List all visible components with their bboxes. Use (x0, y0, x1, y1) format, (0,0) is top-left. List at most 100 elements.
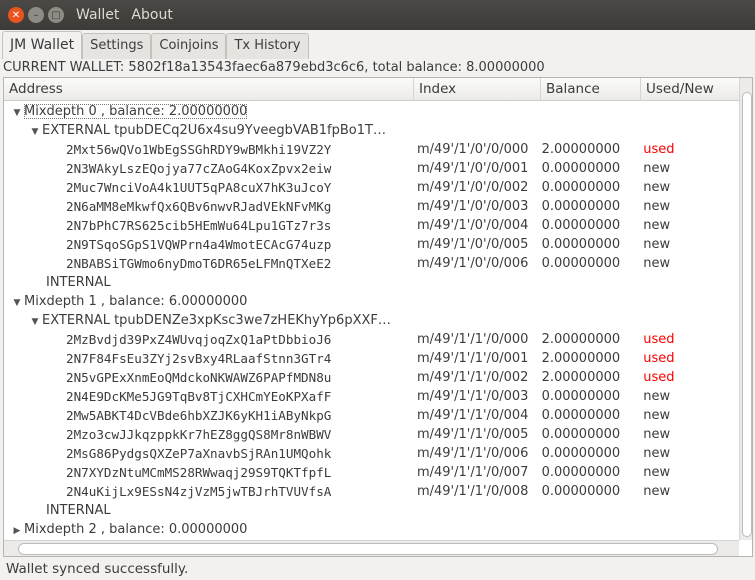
mixdepth-row[interactable]: ▼ Mixdepth 0 , balance: 2.00000000 (4, 102, 739, 121)
address-cell[interactable]: 2Mw5ABKT4DcVBde6hbXZJK6yKH1iAByNkpG (4, 406, 413, 425)
address-cell[interactable]: 2N7XYDzNtuMCmMS28RWwaqj29S9TQKTfpfL (4, 463, 413, 482)
tree-label-cell: ▼ EXTERNAL tpubDECq2U6x4su9YveegbVAB1fpBo… (4, 121, 414, 140)
index-cell: m/49'/1'/1'/0/002 (416, 370, 529, 385)
tab-bar: JM Wallet Settings Coinjoins Tx History (2, 31, 309, 59)
address-cell[interactable]: 2MsG86PydgsQXZeP7aXnavbSjRAn1UMQohk (4, 444, 413, 463)
wallet-tree[interactable]: Address Index Balance Used/New ▼ Mixdepth… (3, 77, 753, 557)
branch-row-external[interactable]: ▼ EXTERNAL tpubDECq2U6x4su9YveegbVAB1fpBo… (4, 121, 739, 140)
address-cell[interactable]: 2N6aMM8eMkwfQx6QBv6nwvRJadVEkNFvMKg (4, 197, 413, 216)
menu-about[interactable]: About (131, 7, 172, 23)
branch-row-internal[interactable]: INTERNAL (4, 273, 739, 292)
address-cell[interactable]: 2Muc7WnciVoA4k1UUT5qPA8cuX7hK3uJcoY (4, 178, 413, 197)
column-header-balance[interactable]: Balance (541, 78, 641, 101)
tab-tx-history[interactable]: Tx History (226, 33, 309, 59)
address-cell[interactable]: 2NBABSiTGWmo6nyDmoT6DR65eLFMnQTXeE2 (4, 254, 413, 273)
index-cell: m/49'/1'/1'/0/000 (416, 332, 529, 347)
address-cell[interactable]: 2Mzo3cwJJkqzppkKr7hEZ8ggQS8Mr8nWBWV (4, 425, 413, 444)
address-row[interactable]: 2N7bPhC7RS625cib5HEmWu64Lpu1GTz7r3s m/49'… (4, 216, 739, 235)
tab-settings[interactable]: Settings (82, 33, 152, 59)
address-row[interactable]: 2MsG86PydgsQXZeP7aXnavbSjRAn1UMQohk m/49'… (4, 444, 739, 463)
expanded-arrow-icon[interactable]: ▼ (28, 123, 42, 140)
address-row[interactable]: 2Mw5ABKT4DcVBde6hbXZJK6yKH1iAByNkpG m/49'… (4, 406, 739, 425)
balance-cell: 0.00000000 (541, 180, 621, 195)
address-row[interactable]: 2N5vGPExXnmEoQMdckoNKWAWZ6PAPfMDN8u m/49'… (4, 368, 739, 387)
address-row[interactable]: 2N4uKijLx9ESsN4zjVzM5jwTBJrhTVUVfsA m/49'… (4, 482, 739, 501)
branch-row-external[interactable]: ▼ EXTERNAL tpubDENZe3xpKsc3we7zHEKhyYp6pX… (4, 311, 739, 330)
expanded-arrow-icon[interactable]: ▼ (28, 313, 42, 330)
used-new-cell: used (643, 332, 675, 347)
index-cell: m/49'/1'/1'/0/001 (416, 351, 529, 366)
used-new-cell: new (643, 446, 671, 461)
balance-cell: 2.00000000 (541, 332, 621, 347)
address-cell[interactable]: 2N7bPhC7RS625cib5HEmWu64Lpu1GTz7r3s (4, 216, 413, 235)
address-row[interactable]: 2N9TSqoSGpS1VQWPrn4a4WmotECAcG74uzp m/49'… (4, 235, 739, 254)
index-cell: m/49'/1'/0'/0/004 (416, 218, 529, 233)
index-cell: m/49'/1'/0'/0/003 (416, 199, 529, 214)
tab-coinjoins[interactable]: Coinjoins (151, 33, 227, 59)
expanded-arrow-icon[interactable]: ▼ (10, 294, 24, 311)
mixdepth-row[interactable]: ▶ Mixdepth 2 , balance: 0.00000000 (4, 520, 739, 539)
current-wallet-label: CURRENT WALLET: 5802f18a13543faec6a879eb… (3, 60, 545, 75)
tree-label-cell: INTERNAL (4, 501, 414, 520)
address-cell[interactable]: 2N4uKijLx9ESsN4zjVzM5jwTBJrhTVUVfsA (4, 482, 413, 501)
balance-cell: 0.00000000 (541, 427, 621, 442)
vertical-scroll-thumb[interactable] (742, 92, 752, 537)
address-row[interactable]: 2N3WAkyLszEQojya77cZAoG4KoxZpvx2eiw m/49'… (4, 159, 739, 178)
expanded-arrow-icon[interactable]: ▼ (10, 104, 24, 121)
address-cell[interactable]: 2N3WAkyLszEQojya77cZAoG4KoxZpvx2eiw (4, 159, 413, 178)
address-row[interactable]: 2N7XYDzNtuMCmMS28RWwaqj29S9TQKTfpfL m/49'… (4, 463, 739, 482)
address-row[interactable]: 2Mzo3cwJJkqzppkKr7hEZ8ggQS8Mr8nWBWV m/49'… (4, 425, 739, 444)
index-cell: m/49'/1'/0'/0/000 (416, 142, 529, 157)
address-cell[interactable]: 2N9TSqoSGpS1VQWPrn4a4WmotECAcG74uzp (4, 235, 413, 254)
used-new-cell: new (643, 180, 671, 195)
address-row[interactable]: 2Muc7WnciVoA4k1UUT5qPA8cuX7hK3uJcoY m/49'… (4, 178, 739, 197)
address-row[interactable]: 2MzBvdjd39PxZ4WUvqjoqZxQ1aPtDbbioJ6 m/49'… (4, 330, 739, 349)
branch-row-internal[interactable]: INTERNAL (4, 501, 739, 520)
balance-cell: 0.00000000 (541, 389, 621, 404)
index-cell: m/49'/1'/1'/0/007 (416, 465, 529, 480)
index-cell: m/49'/1'/0'/0/006 (416, 256, 529, 271)
tab-jm-wallet[interactable]: JM Wallet (2, 31, 83, 59)
address-cell[interactable]: 2N4E9DcKMe5JG9TqBv8TjCXHCmYEoKPXafF (4, 387, 413, 406)
address-cell[interactable]: 2N7F84FsEu3ZYj2svBxy4RLaafStnn3GTr4 (4, 349, 413, 368)
address-row[interactable]: 2Mxt56wQVo1WbEgSSGhRDY9wBMkhi19VZ2Y m/49'… (4, 140, 739, 159)
balance-cell: 0.00000000 (541, 218, 621, 233)
horizontal-scrollbar[interactable] (4, 540, 739, 556)
tree-label-cell: ▼ Mixdepth 0 , balance: 2.00000000 (4, 102, 414, 121)
collapsed-arrow-icon[interactable]: ▶ (10, 522, 24, 539)
used-new-cell: new (643, 408, 671, 423)
used-new-cell: new (643, 161, 671, 176)
balance-cell: 0.00000000 (541, 408, 621, 423)
close-window-icon[interactable]: ✕ (8, 7, 24, 23)
vertical-scrollbar[interactable] (739, 78, 752, 540)
used-new-cell: used (643, 370, 675, 385)
used-new-cell: new (643, 218, 671, 233)
menu-wallet[interactable]: Wallet (76, 7, 119, 23)
index-cell: m/49'/1'/1'/0/008 (416, 484, 529, 499)
tree-label: Mixdepth 1 , balance: 6.00000000 (24, 294, 248, 309)
tree-label: EXTERNAL tpubDECq2U6x4su9YveegbVAB1fpBo1… (42, 123, 386, 138)
used-new-cell: new (643, 427, 671, 442)
address-row[interactable]: 2N4E9DcKMe5JG9TqBv8TjCXHCmYEoKPXafF m/49'… (4, 387, 739, 406)
horizontal-scroll-thumb[interactable] (18, 543, 718, 555)
address-row[interactable]: 2NBABSiTGWmo6nyDmoT6DR65eLFMnQTXeE2 m/49'… (4, 254, 739, 273)
index-cell: m/49'/1'/0'/0/002 (416, 180, 529, 195)
mixdepth-row[interactable]: ▼ Mixdepth 1 , balance: 6.00000000 (4, 292, 739, 311)
balance-cell: 0.00000000 (541, 465, 621, 480)
maximize-window-icon[interactable]: □ (48, 7, 64, 23)
used-new-cell: new (643, 237, 671, 252)
balance-cell: 0.00000000 (541, 161, 621, 176)
address-row[interactable]: 2N7F84FsEu3ZYj2svBxy4RLaafStnn3GTr4 m/49'… (4, 349, 739, 368)
column-header-address[interactable]: Address (4, 78, 414, 101)
minimize-window-icon[interactable]: – (28, 7, 44, 23)
address-row[interactable]: 2N6aMM8eMkwfQx6QBv6nwvRJadVEkNFvMKg m/49'… (4, 197, 739, 216)
column-header-used-new[interactable]: Used/New (641, 78, 739, 101)
address-cell[interactable]: 2Mxt56wQVo1WbEgSSGhRDY9wBMkhi19VZ2Y (4, 140, 413, 159)
column-header-index[interactable]: Index (414, 78, 541, 101)
index-cell: m/49'/1'/1'/0/004 (416, 408, 529, 423)
used-new-cell: new (643, 465, 671, 480)
tree-label: Mixdepth 0 , balance: 2.00000000 (24, 104, 248, 119)
address-cell[interactable]: 2N5vGPExXnmEoQMdckoNKWAWZ6PAPfMDN8u (4, 368, 413, 387)
balance-cell: 0.00000000 (541, 199, 621, 214)
address-cell[interactable]: 2MzBvdjd39PxZ4WUvqjoqZxQ1aPtDbbioJ6 (4, 330, 413, 349)
